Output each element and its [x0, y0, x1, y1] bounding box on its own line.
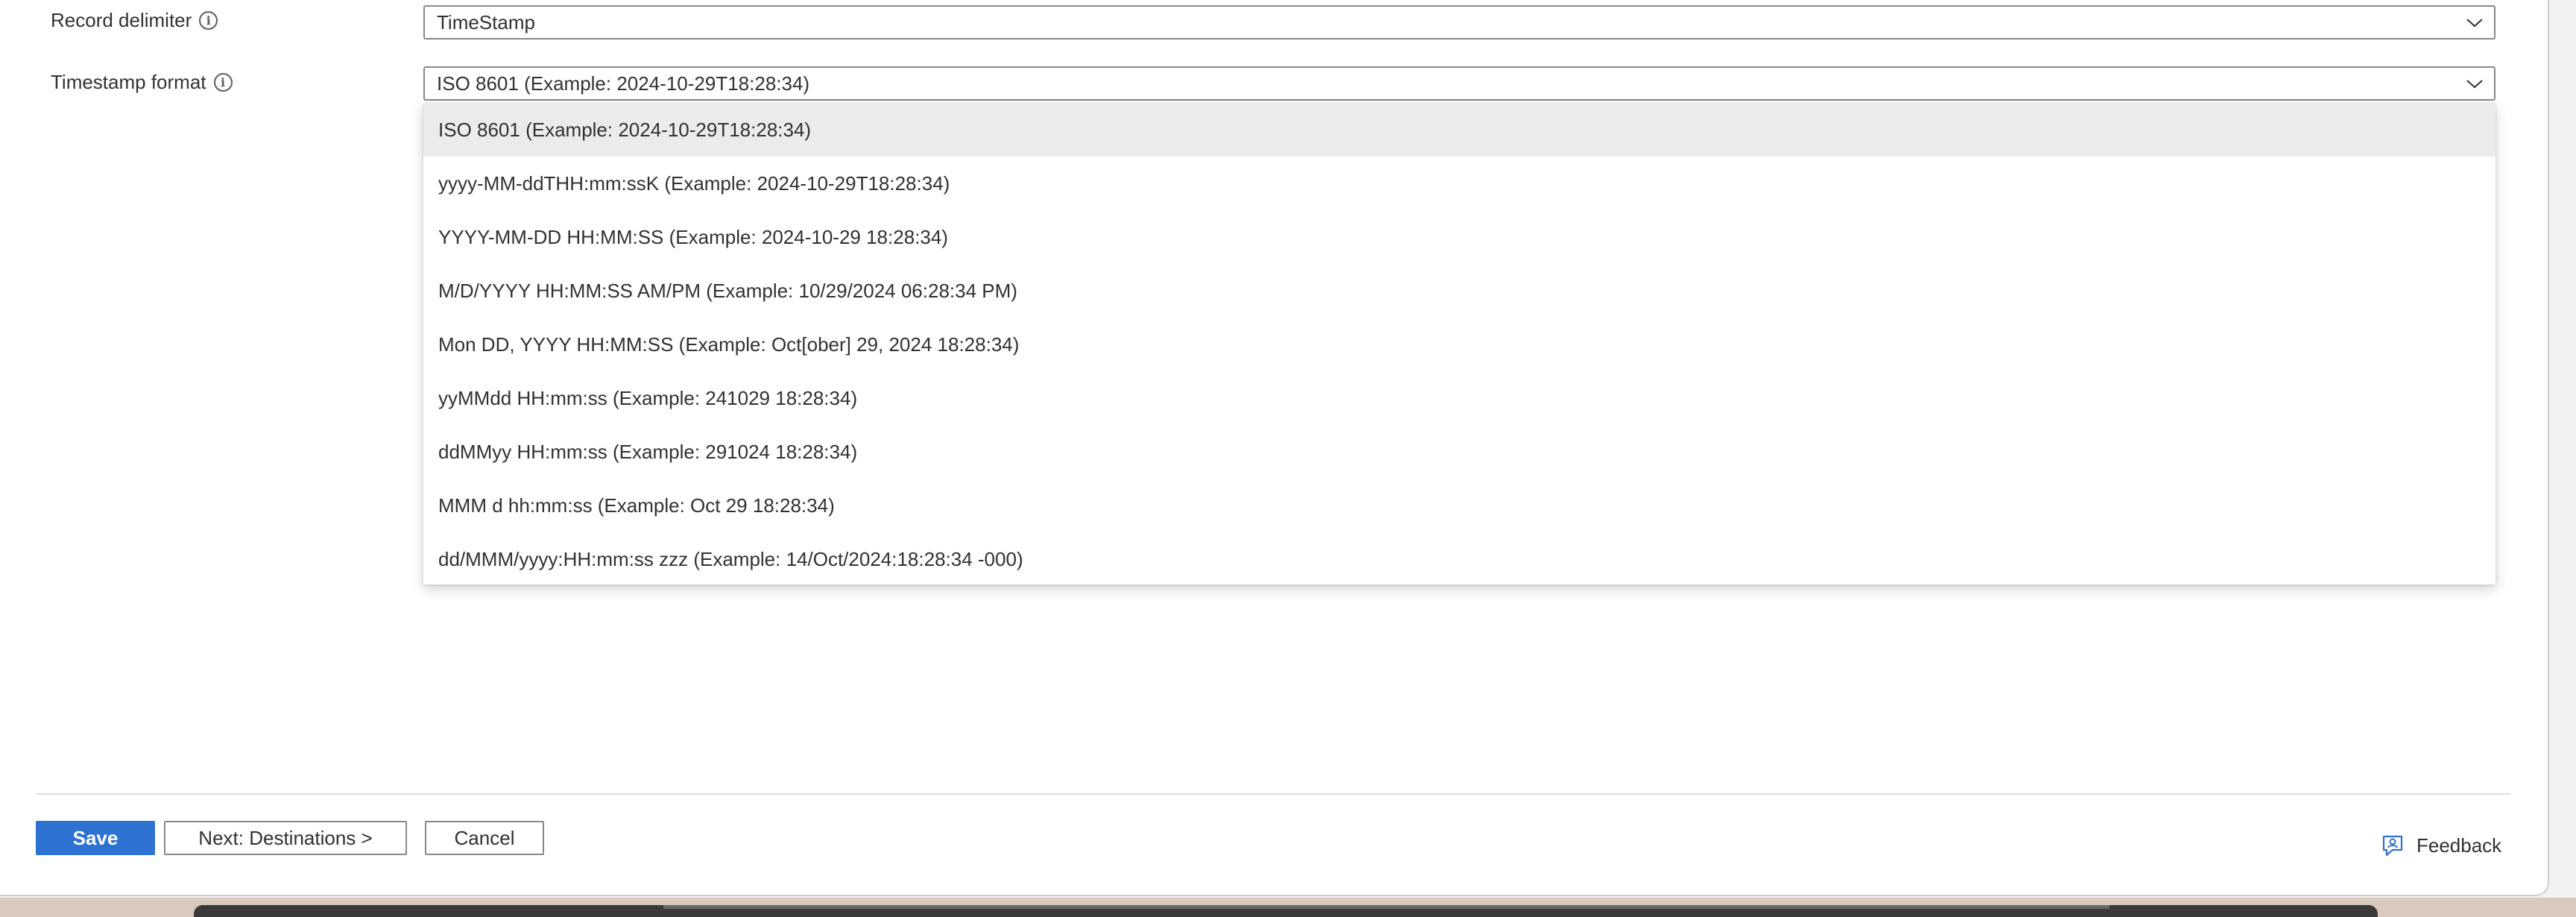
option-label: yyMMdd HH:mm:ss (Example: 241029 18:28:3… [438, 386, 858, 409]
info-icon[interactable]: i [199, 11, 218, 30]
option-label: ISO 8601 (Example: 2024-10-29T18:28:34) [438, 118, 812, 141]
cancel-button[interactable]: Cancel [425, 821, 544, 855]
dropdown-option[interactable]: M/D/YYYY HH:MM:SS AM/PM (Example: 10/29/… [423, 264, 2496, 318]
option-label: dd/MMM/yyyy:HH:mm:ss zzz (Example: 14/Oc… [438, 547, 1023, 570]
feedback-link[interactable]: Feedback [2379, 832, 2501, 859]
timestamp-format-label: Timestamp format i [51, 71, 233, 94]
dropdown-option[interactable]: Mon DD, YYYY HH:MM:SS (Example: Oct[ober… [423, 318, 2496, 371]
feedback-icon [2382, 835, 2403, 857]
taskbar-edge [0, 898, 2576, 917]
dropdown-option[interactable]: yyMMdd HH:mm:ss (Example: 241029 18:28:3… [423, 371, 2496, 425]
dropdown-option[interactable]: YYYY-MM-DD HH:MM:SS (Example: 2024-10-29… [423, 210, 2496, 264]
next-destinations-button[interactable]: Next: Destinations > [164, 821, 407, 855]
footer-divider [36, 793, 2510, 795]
timestamp-format-label-text: Timestamp format [51, 71, 206, 93]
record-delimiter-value: TimeStamp [437, 10, 535, 34]
timestamp-format-value: ISO 8601 (Example: 2024-10-29T18:28:34) [437, 72, 810, 95]
dropdown-option[interactable]: ddMMyy HH:mm:ss (Example: 291024 18:28:3… [423, 425, 2496, 479]
option-label: MMM d hh:mm:ss (Example: Oct 29 18:28:34… [438, 494, 835, 517]
dropdown-option[interactable]: MMM d hh:mm:ss (Example: Oct 29 18:28:34… [423, 479, 2496, 532]
record-delimiter-select[interactable]: TimeStamp [423, 5, 2496, 40]
record-delimiter-label: Record delimiter i [51, 9, 218, 32]
configuration-panel: Record delimiter i TimeStamp Timestamp f… [0, 0, 2549, 896]
option-label: M/D/YYYY HH:MM:SS AM/PM (Example: 10/29/… [438, 279, 1017, 302]
feedback-label: Feedback [2416, 834, 2502, 857]
option-label: yyyy-MM-ddTHH:mm:ssK (Example: 2024-10-2… [438, 171, 950, 195]
dropdown-option[interactable]: dd/MMM/yyyy:HH:mm:ss zzz (Example: 14/Oc… [423, 532, 2496, 586]
chevron-down-icon [2466, 19, 2483, 28]
option-label: YYYY-MM-DD HH:MM:SS (Example: 2024-10-29… [438, 225, 948, 248]
dropdown-option-iso-8601[interactable]: ISO 8601 (Example: 2024-10-29T18:28:34) [423, 103, 2496, 157]
option-label: Mon DD, YYYY HH:MM:SS (Example: Oct[ober… [438, 333, 1020, 356]
dropdown-option[interactable]: yyyy-MM-ddTHH:mm:ssK (Example: 2024-10-2… [423, 157, 2496, 210]
timestamp-format-select[interactable]: ISO 8601 (Example: 2024-10-29T18:28:34) [423, 66, 2496, 101]
save-button[interactable]: Save [36, 821, 155, 855]
chevron-down-icon [2466, 80, 2483, 89]
record-delimiter-label-text: Record delimiter [51, 9, 192, 31]
option-label: ddMMyy HH:mm:ss (Example: 291024 18:28:3… [438, 440, 858, 463]
info-icon[interactable]: i [213, 73, 233, 92]
taskbar [194, 905, 2378, 917]
timestamp-format-dropdown-list: ISO 8601 (Example: 2024-10-29T18:28:34) … [423, 103, 2496, 584]
